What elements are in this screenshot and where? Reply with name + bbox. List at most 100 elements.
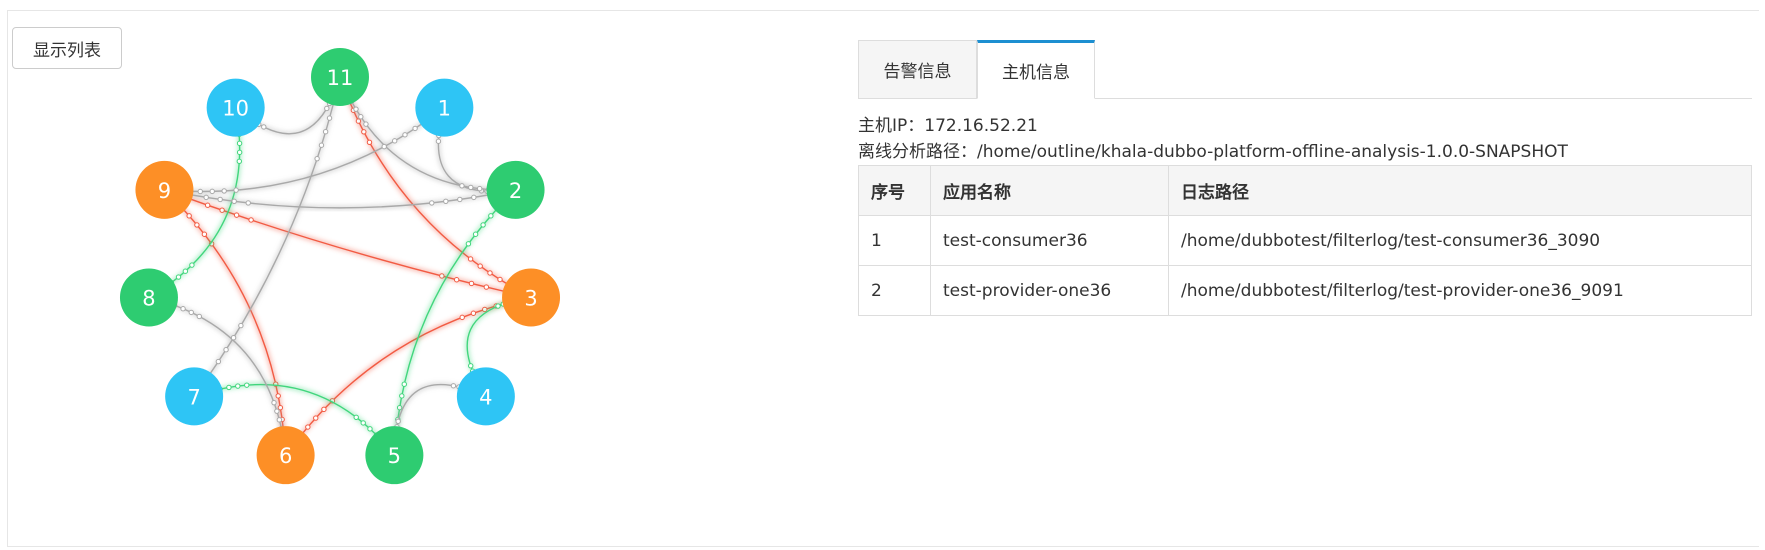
graph-node-4[interactable]: 4 — [456, 367, 515, 426]
edge-particle — [459, 314, 465, 321]
cell-log-path: /home/dubbotest/filterlog/test-provider-… — [1168, 265, 1752, 316]
edge-particle — [457, 196, 463, 203]
graph-node-10[interactable]: 10 — [206, 78, 265, 137]
edge-particle — [204, 202, 211, 208]
graph-node-5[interactable]: 5 — [365, 426, 424, 485]
edge-particle — [366, 139, 373, 146]
edge-particle — [361, 129, 367, 135]
edge-particle — [467, 256, 474, 262]
edge-particle — [223, 346, 229, 353]
edge-particle — [321, 406, 327, 413]
edge-particle — [476, 185, 483, 192]
edge-particle — [314, 155, 320, 162]
graph-node-2[interactable]: 2 — [486, 160, 545, 219]
edge-particle — [468, 280, 475, 287]
table-row: 2 test-provider-one36 /home/dubbotest/fi… — [858, 265, 1752, 316]
graph-node-3[interactable]: 3 — [502, 268, 561, 327]
tab-alarm-info[interactable]: 告警信息 — [858, 40, 977, 98]
edge-particle — [313, 415, 319, 421]
edge-particle — [248, 217, 254, 223]
offline-path-text: 离线分析路径：/home/outline/khala-dubbo-platfor… — [858, 142, 1568, 162]
edge-particle — [435, 138, 442, 144]
edge-particle — [271, 399, 277, 406]
edge-particle — [245, 200, 251, 206]
node-label: 1 — [438, 97, 451, 121]
edge-particle — [465, 241, 472, 247]
edge-particle — [194, 222, 200, 228]
edge-particle — [236, 140, 243, 147]
node-label: 2 — [509, 179, 522, 203]
edge-particle — [189, 262, 195, 268]
edge-particle — [219, 207, 225, 213]
edge-particle — [274, 408, 280, 414]
edge-particle — [402, 132, 408, 138]
edge-particle — [217, 196, 223, 203]
edge-particle — [238, 322, 244, 329]
edge-particle — [470, 310, 477, 316]
edge-particle — [429, 200, 435, 206]
edge-particle — [326, 115, 333, 121]
edge-particle — [197, 188, 203, 195]
edge-particle — [477, 263, 483, 269]
graph-node-11[interactable]: 11 — [311, 48, 369, 106]
edge-particle — [182, 268, 189, 274]
edge-particle — [487, 270, 493, 276]
edge-particle — [203, 194, 209, 201]
info-panel: 告警信息 主机信息 主机IP：172.16.52.21 离线分析路径：/home… — [858, 40, 1752, 316]
edge-particle — [186, 213, 192, 219]
edge-particle — [231, 198, 237, 205]
cell-app-name: test-consumer36 — [930, 215, 1169, 266]
cell-log-path: /home/dubbotest/filterlog/test-consumer3… — [1168, 215, 1752, 266]
host-info: 主机IP：172.16.52.21 离线分析路径：/home/outline/k… — [858, 113, 1752, 165]
edge-particle — [188, 309, 194, 316]
edge-particle — [318, 142, 325, 148]
edge-particle — [360, 420, 366, 426]
edge-particle — [226, 384, 232, 391]
edge-particle — [488, 213, 494, 219]
edge-particle — [324, 105, 330, 112]
edge-particle — [180, 306, 186, 312]
graph-node-8[interactable]: 8 — [119, 268, 178, 327]
edge-particle — [244, 382, 250, 388]
graph-node-6[interactable]: 6 — [256, 426, 315, 485]
edge-particle — [497, 276, 503, 283]
edge-glow-8-6 — [148, 295, 289, 456]
edge-particle — [209, 188, 215, 195]
edge-particle — [276, 417, 283, 423]
edge-particle — [358, 114, 364, 120]
edge-particle — [439, 273, 445, 279]
host-ip-text: 主机IP：172.16.52.21 — [858, 116, 1038, 136]
graph-node-7[interactable]: 7 — [165, 367, 224, 426]
edge-particle — [221, 188, 227, 194]
edge-9-1 — [164, 107, 445, 193]
cell-index: 2 — [858, 265, 931, 316]
app-table: 序号 应用名称 日志路径 1 test-consumer36 /home/dub… — [858, 165, 1752, 316]
graph-node-9[interactable]: 9 — [135, 160, 194, 219]
edge-particle — [399, 393, 405, 399]
cell-app-name: test-provider-one36 — [930, 265, 1169, 316]
edge-particle — [233, 187, 239, 193]
table-header-row: 序号 应用名称 日志路径 — [858, 165, 1752, 216]
edge-particle — [175, 274, 182, 280]
edge-particle — [201, 231, 208, 237]
edge-8-6 — [148, 296, 287, 456]
edge-particle — [468, 184, 474, 191]
graph-node-1[interactable]: 1 — [415, 78, 474, 137]
edge-particle — [363, 121, 369, 127]
edge-particle — [322, 129, 329, 135]
edge-particle — [412, 125, 418, 132]
edge-particle — [353, 106, 359, 112]
node-label: 10 — [222, 97, 249, 121]
tab-host-info[interactable]: 主机信息 — [977, 40, 1095, 99]
cell-index: 1 — [858, 215, 931, 266]
edge-particle — [275, 393, 281, 399]
table-row: 1 test-consumer36 /home/dubbotest/filter… — [858, 215, 1752, 266]
edge-particle — [367, 426, 373, 432]
edge-particle — [472, 231, 479, 237]
edge-particle — [381, 143, 387, 150]
edge-particle — [196, 313, 202, 320]
edge-particle — [401, 381, 407, 387]
node-label: 5 — [388, 444, 401, 468]
header-index: 序号 — [858, 165, 931, 216]
edge-particle — [459, 183, 465, 189]
